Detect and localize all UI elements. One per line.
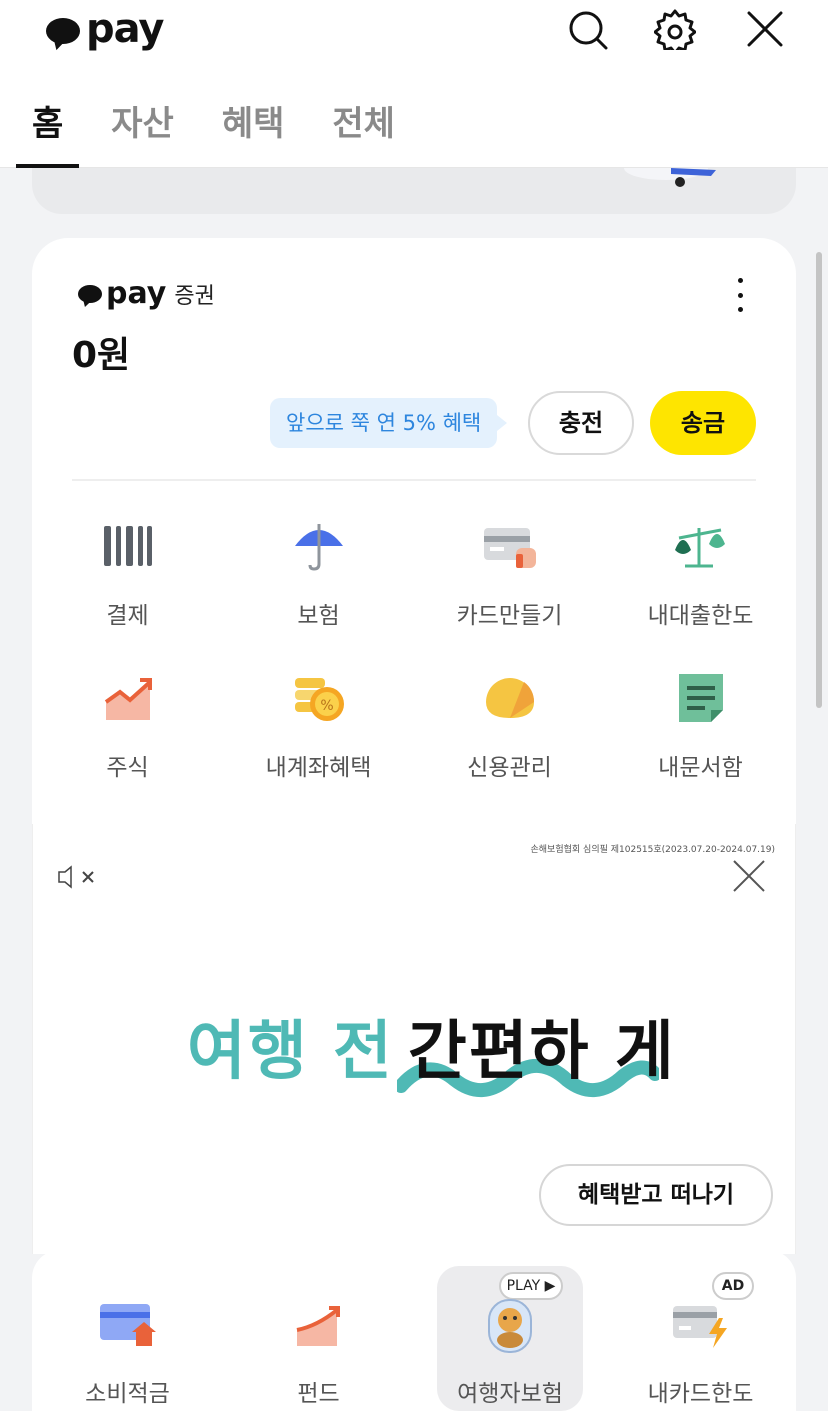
service-credit[interactable]: 신용관리 [414,672,605,782]
kakaopay-logo[interactable]: pay [46,6,164,52]
tab-assets[interactable]: 자산 [111,96,174,168]
service-card-create[interactable]: 카드만들기 [414,520,605,630]
ad-banner[interactable]: 손해보험협회 심의필 제102515호(2023.07.20-2024.07.1… [32,824,796,1254]
service-label: 신용관리 [467,755,552,781]
umbrella-icon [294,524,343,571]
service-label: 주식 [106,755,149,781]
quick-label: 내카드한도 [647,1381,754,1407]
quick-card-limit[interactable]: 내카드한도 [605,1250,796,1411]
card-icon [483,528,536,568]
stock-chart-icon [104,678,152,720]
card-limit-icon [673,1306,727,1348]
quick-travel-insurance[interactable]: PLAY ▶ 여행자보험 [437,1266,583,1411]
tab-benefits[interactable]: 혜택 [222,96,285,168]
divider [72,479,756,481]
service-label: 보험 [297,603,340,629]
securities-logo-sub: 증권 [174,283,215,309]
bottom-quick-row: 소비적금 펀드 PLAY ▶ 여행자보험 AD 내카드한도 [32,1250,796,1411]
scrollbar[interactable] [816,252,822,708]
speech-bubble-icon [78,284,102,303]
scale-icon [674,528,725,568]
quick-label: 여행자보험 [457,1381,563,1407]
ad-headline: 여행 전 간편하 게 [187,1000,676,1092]
ad-close-icon[interactable] [731,858,767,894]
service-payment[interactable]: 결제 [32,520,223,630]
savings-card-icon [100,1304,156,1346]
service-label: 내문서함 [658,755,743,781]
ad-cta-button[interactable]: 혜택받고 떠나기 [539,1164,773,1226]
gear-icon[interactable] [654,8,696,50]
benefit-tooltip[interactable]: 앞으로 쭉 연 5% 혜택 [270,398,508,448]
charge-button[interactable]: 충전 [528,391,634,455]
service-label: 내계좌혜택 [265,755,372,781]
service-label: 결제 [106,603,149,629]
mute-icon[interactable] [55,864,105,890]
service-account-benefit[interactable]: % 내계좌혜택 [223,672,414,782]
travel-insurance-icon [488,1299,532,1353]
fund-chart-icon [296,1306,340,1346]
quick-label: 펀드 [297,1381,340,1407]
svg-text:%: % [320,698,333,714]
quick-savings[interactable]: 소비적금 [32,1250,223,1411]
logo-text: pay [86,6,164,52]
service-label: 카드만들기 [456,603,563,629]
credit-gauge-icon [485,678,534,718]
service-stock[interactable]: 주식 [32,672,223,782]
ad-headline-teal: 여행 전 [187,1015,394,1089]
service-insurance[interactable]: 보험 [223,520,414,630]
securities-logo-text: pay [106,276,167,311]
tab-home[interactable]: 홈 [16,96,80,168]
tab-all[interactable]: 전체 [332,96,395,168]
speech-bubble-icon [46,18,80,44]
main-tabs: 홈 자산 혜택 전체 [16,96,443,168]
search-icon[interactable] [566,8,608,50]
app-header: pay 홈 자산 혜택 전체 [0,0,828,168]
securities-logo[interactable]: pay 증권 [78,276,215,311]
quick-label: 소비적금 [85,1381,170,1407]
service-documents[interactable]: 내문서함 [605,672,796,782]
service-loan-limit[interactable]: 내대출한도 [605,520,796,630]
ad-notice: 손해보험협회 심의필 제102515호(2023.07.20-2024.07.1… [530,845,776,855]
balance-amount[interactable]: 0원 [72,326,130,378]
coins-icon: % [294,678,344,721]
ad-headline-dark: 간편하 게 [407,1015,676,1089]
barcode-icon [103,526,152,566]
service-label: 내대출한도 [647,603,754,629]
document-icon [678,674,723,722]
more-options-icon[interactable] [730,278,750,312]
quick-fund[interactable]: 펀드 [223,1250,414,1411]
securities-card: pay 증권 0원 앞으로 쭉 연 5% 혜택 충전 송금 결제 보험 카드만들… [32,238,796,838]
play-badge: PLAY ▶ [499,1272,563,1300]
close-icon[interactable] [744,8,786,50]
send-button[interactable]: 송금 [650,391,756,455]
